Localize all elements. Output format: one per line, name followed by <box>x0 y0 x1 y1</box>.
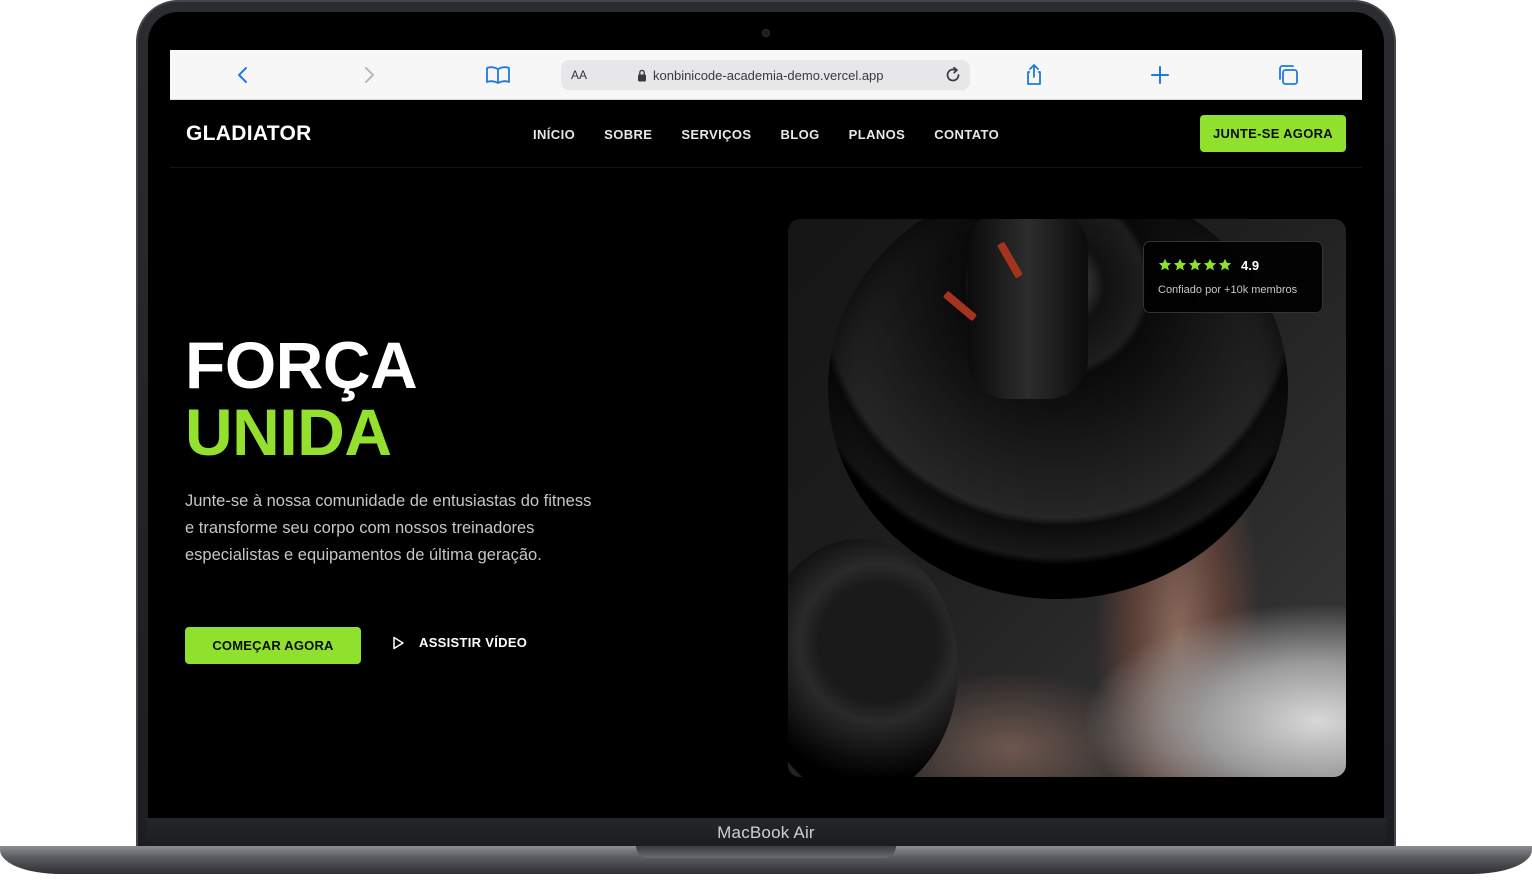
watch-video-label: ASSISTIR VÍDEO <box>419 635 528 650</box>
rating-value: 4.9 <box>1241 258 1260 273</box>
star-icon <box>1188 258 1202 271</box>
brand-logo[interactable]: GLADIATOR <box>186 122 312 146</box>
site-header: GLADIATOR INÍCIO SOBRE SERVIÇOS BLOG PLA… <box>170 100 1362 168</box>
star-rating <box>1158 258 1232 272</box>
forward-icon[interactable] <box>357 63 381 87</box>
address-bar[interactable]: AA konbinicode-academia-demo.vercel.app <box>561 60 970 90</box>
star-icon <box>1203 258 1217 271</box>
barbell-sleeve <box>968 219 1088 399</box>
play-icon <box>393 636 404 649</box>
plus-icon[interactable] <box>1148 63 1172 87</box>
nav-link-inicio[interactable]: INÍCIO <box>533 127 575 142</box>
start-now-button[interactable]: COMEÇAR AGORA <box>185 627 361 664</box>
lock-icon <box>637 69 647 87</box>
hero-image-barbell: 4.9 Confiado por +10k membros <box>788 219 1346 777</box>
nav-link-contato[interactable]: CONTATO <box>934 127 999 142</box>
laptop-notch <box>636 846 896 858</box>
watch-video-button[interactable]: ASSISTIR VÍDEO <box>391 635 527 650</box>
back-icon[interactable] <box>231 63 255 87</box>
weight-plate-secondary <box>788 539 958 777</box>
reload-icon[interactable] <box>944 66 962 89</box>
hero-title-line1: FORÇA <box>185 328 418 402</box>
device-label: MacBook Air <box>146 818 1386 848</box>
screen: AA konbinicode-academia-demo.vercel.app … <box>170 50 1362 818</box>
nav-link-blog[interactable]: BLOG <box>781 127 820 142</box>
nav-link-sobre[interactable]: SOBRE <box>604 127 652 142</box>
star-icon <box>1218 258 1232 271</box>
rating-subtitle: Confiado por +10k membros <box>1158 284 1298 296</box>
nav-link-servicos[interactable]: SERVIÇOS <box>681 127 751 142</box>
rating-card: 4.9 Confiado por +10k membros <box>1143 241 1323 313</box>
join-now-button[interactable]: JUNTE-SE AGORA <box>1200 115 1346 152</box>
text-size-button[interactable]: AA <box>571 68 587 82</box>
share-icon[interactable] <box>1022 63 1046 87</box>
camera <box>762 29 770 37</box>
tabs-icon[interactable] <box>1276 63 1300 87</box>
star-icon <box>1158 258 1172 271</box>
nav-link-planos[interactable]: PLANOS <box>849 127 906 142</box>
main-nav: INÍCIO SOBRE SERVIÇOS BLOG PLANOS CONTAT… <box>533 127 1028 142</box>
hero-description: Junte-se à nossa comunidade de entusiast… <box>185 492 592 564</box>
star-icon <box>1173 258 1187 271</box>
browser-toolbar: AA konbinicode-academia-demo.vercel.app <box>170 50 1362 100</box>
hero-title-line2: UNIDA <box>185 395 392 469</box>
book-icon[interactable] <box>485 63 510 87</box>
url-text: konbinicode-academia-demo.vercel.app <box>653 68 884 83</box>
